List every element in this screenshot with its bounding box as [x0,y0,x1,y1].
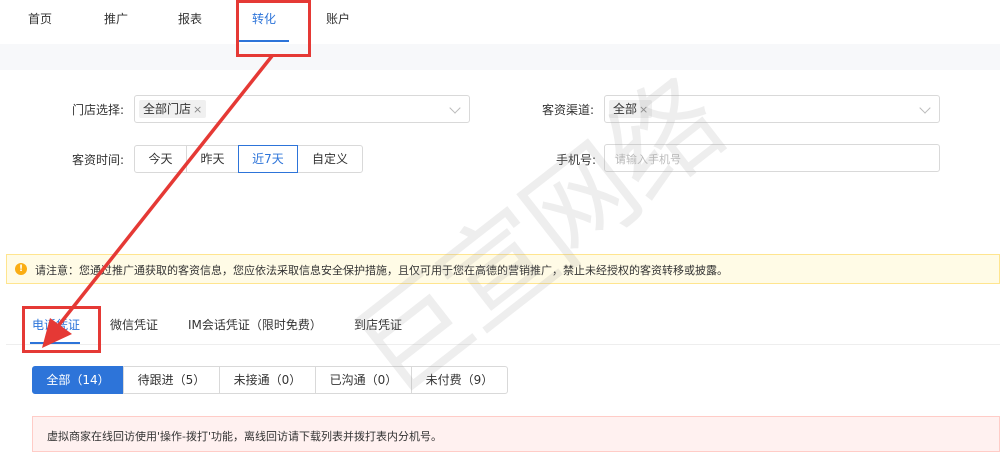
channel-tag-label: 全部 [613,102,638,116]
nav-item-promotion[interactable]: 推广 [104,10,128,27]
phone-placeholder: 请输入手机号 [615,153,681,166]
nav-item-conversion[interactable]: 转化 [252,10,276,27]
status-contacted[interactable]: 已沟通（0） [315,366,412,394]
filter-panel: 门店选择: 全部门店 × 客资渠道: 全部 × 客资时间: 今天 昨天 近7天 自定… [6,70,996,242]
voucher-tabs: 电话凭证 微信凭证 IM会话凭证（限时免费） 到店凭证 [6,296,1000,345]
warning-icon: ! [15,263,27,275]
time-last-7-days[interactable]: 近7天 [238,145,298,173]
time-today[interactable]: 今天 [134,145,187,173]
channel-select-label: 客资渠道: [542,103,595,117]
store-tag[interactable]: 全部门店 × [139,100,207,118]
phone-label: 手机号: [556,153,597,167]
tab-store-voucher[interactable]: 到店凭证 [354,316,402,333]
top-nav: 首页 推广 报表 转化 账户 [0,0,1000,44]
nav-active-indicator [239,40,289,42]
page-background [0,44,1000,70]
privacy-notice: ! 请注意：您通过推广通获取的客资信息，您应依法采取信息安全保护措施，且仅可用于… [6,254,1000,284]
chevron-down-icon [449,102,461,114]
store-tag-label: 全部门店 [143,102,192,116]
store-select[interactable]: 全部门店 × [134,95,470,123]
tab-im-voucher[interactable]: IM会话凭证（限时免费） [188,316,322,333]
phone-input[interactable]: 请输入手机号 [604,144,940,172]
channel-select[interactable]: 全部 × [604,95,940,123]
status-all[interactable]: 全部（14） [32,366,124,394]
time-custom[interactable]: 自定义 [297,145,363,173]
tab-active-indicator [30,342,80,344]
nav-item-account[interactable]: 账户 [326,10,350,27]
alert-text: 虚拟商家在线回访使用'操作-拨打'功能，离线回访请下载列表并拨打表内分机号。 [47,430,443,443]
nav-item-home[interactable]: 首页 [28,10,52,27]
tab-phone-voucher[interactable]: 电话凭证 [32,316,80,333]
time-yesterday[interactable]: 昨天 [186,145,239,173]
notice-text: 请注意：您通过推广通获取的客资信息，您应依法采取信息安全保护措施，且仅可用于您在… [35,264,728,277]
channel-tag[interactable]: 全部 × [609,100,653,118]
status-pending[interactable]: 待跟进（5） [123,366,220,394]
time-label: 客资时间: [72,153,125,167]
nav-item-reports[interactable]: 报表 [178,10,202,27]
status-unanswered[interactable]: 未接通（0） [219,366,316,394]
callback-alert: 虚拟商家在线回访使用'操作-拨打'功能，离线回访请下载列表并拨打表内分机号。 [32,416,1000,452]
chevron-down-icon [919,102,931,114]
tag-close-icon[interactable]: × [193,103,202,116]
tab-wechat-voucher[interactable]: 微信凭证 [110,316,158,333]
tag-close-icon[interactable]: × [639,103,648,116]
status-unpaid[interactable]: 未付费（9） [411,366,508,394]
store-select-label: 门店选择: [72,103,125,117]
